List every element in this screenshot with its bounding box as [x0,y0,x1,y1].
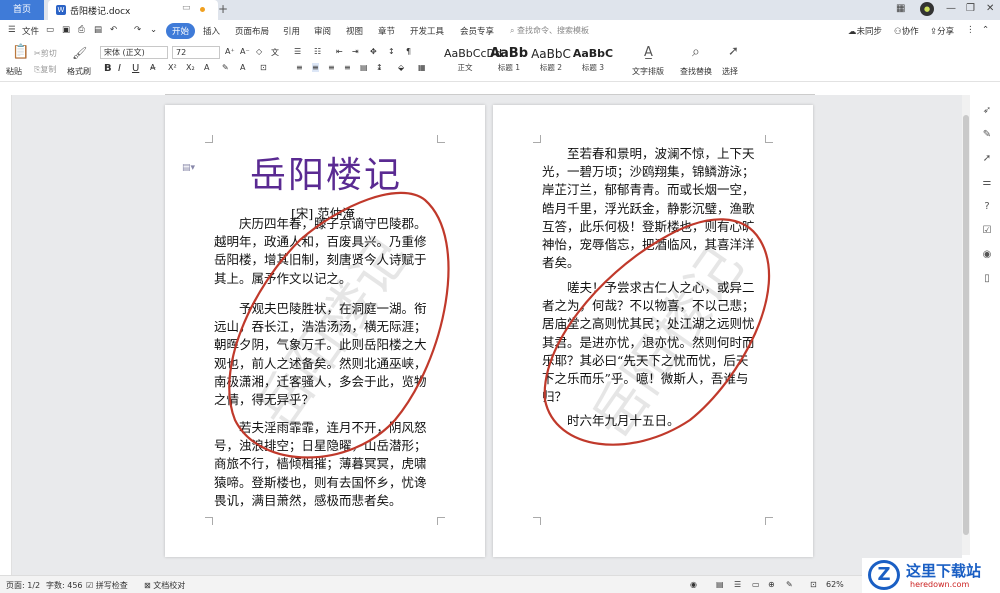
page-indicator[interactable]: 页面: 1/2 [6,580,40,591]
help-icon[interactable]: ? [980,201,994,215]
right-sidebar: ➶ ✎ ➚ ⚌ ? ☑ ◉ ▯ [975,95,1000,575]
doc-proofread-label: 文档校对 [153,581,186,590]
check-doc-icon[interactable]: ☑ [980,225,994,239]
spell-check[interactable]: ☑ 拼写检查 [86,580,128,591]
web-view-icon[interactable]: ⊕ [768,580,775,589]
spell-check-label: 拼写检查 [95,581,128,590]
rocket-icon[interactable]: ➶ [980,105,994,119]
fit-page-icon[interactable]: ⊡ [810,580,817,589]
status-bar: 页面: 1/2 字数: 456 ☑ 拼写检查 ⊠ 文档校对 ◉ ▤ ☰ ▭ ⊕ … [0,575,1000,593]
vertical-scrollbar[interactable] [962,95,970,555]
write-icon[interactable]: ✎ [786,580,793,589]
site-logo-url: heredown.com [910,580,970,589]
ink-circle-page-1 [228,191,450,459]
location-icon[interactable]: ◉ [980,249,994,263]
sliders-icon[interactable]: ⚌ [980,177,994,191]
zoom-level[interactable]: 62% [826,580,844,589]
read-view-icon[interactable]: ▭ [752,580,760,589]
checkbox-icon: ☑ [86,581,96,590]
page-view-icon[interactable]: ▤ [716,580,724,589]
proofread-icon: ⊠ [144,581,154,590]
site-logo-name: 这里下载站 [906,562,982,580]
site-logo: Z 这里下载站 heredown.com [862,558,1000,593]
pointer-icon[interactable]: ➚ [980,153,994,167]
book-icon[interactable]: ▯ [980,273,994,287]
pen-icon[interactable]: ✎ [980,129,994,143]
ink-circle-page-2 [543,218,771,446]
word-count[interactable]: 字数: 456 [46,580,83,591]
outline-view-icon[interactable]: ☰ [734,580,741,589]
doc-proofread[interactable]: ⊠ 文档校对 [144,580,185,591]
eye-icon[interactable]: ◉ [690,580,697,589]
scrollbar-thumb[interactable] [963,115,969,535]
site-logo-mark: Z [868,560,900,590]
ink-annotations [228,191,771,459]
